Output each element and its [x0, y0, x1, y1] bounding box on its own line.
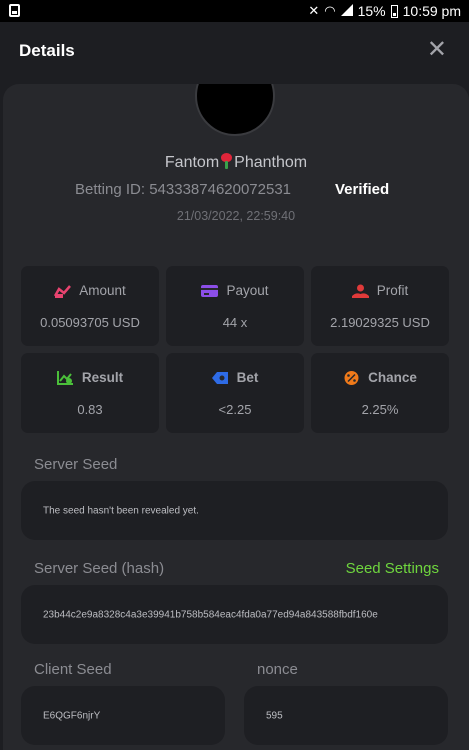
result-label: Result [81, 370, 124, 385]
amount-icon [54, 284, 72, 298]
notification-icon [9, 4, 20, 17]
payout-value: 44 x [222, 315, 248, 330]
profit-label: Profit [376, 283, 409, 298]
payout-icon [201, 284, 219, 297]
chance-label: Chance [368, 370, 417, 385]
status-bar-right: ✕ ◠ 15% 10:59 pm [308, 2, 461, 20]
nonce-field[interactable]: 595 [244, 686, 448, 745]
amount-label: Amount [79, 283, 126, 298]
bet-datetime: 21/03/2022, 22:59:40 [176, 209, 296, 223]
close-button[interactable]: ✕ [427, 38, 447, 62]
server-seed-value: The seed hasn't been revealed yet. [43, 505, 199, 516]
server-seed-hash-label: Server Seed (hash) [34, 560, 165, 577]
chance-value: 2.25% [361, 402, 399, 417]
chance-icon [344, 370, 359, 385]
profit-card: Profit 2.19029325 USD [311, 266, 449, 346]
avatar [195, 84, 275, 136]
bet-card: Bet <2.25 [166, 353, 304, 433]
username-part1: Fantom [164, 154, 220, 171]
client-seed-field[interactable]: E6QGF6njrY [21, 686, 225, 745]
profit-icon [351, 284, 369, 298]
result-card: Result 0.83 [21, 353, 159, 433]
wifi-icon: ◠ [324, 3, 336, 18]
bet-value: <2.25 [218, 402, 252, 417]
mute-icon: ✕ [308, 3, 320, 18]
seed-settings-link[interactable]: Seed Settings [346, 560, 439, 577]
username-part2: Phanthom [234, 154, 308, 171]
page-title: Details [19, 41, 75, 60]
details-panel: Fantom Phanthom Betting ID: 5433387462007… [3, 84, 469, 750]
nonce-label: nonce [257, 661, 298, 678]
signal-icon [340, 4, 353, 17]
server-seed-hash-value: 23b44c2e9a8328c4a3e39941b758b584eac4fda0… [43, 609, 378, 620]
rose-icon [220, 153, 233, 169]
chance-card: Chance 2.25% [311, 353, 449, 433]
verified-badge: Verified [335, 181, 390, 198]
bet-label: Bet [236, 370, 259, 385]
server-seed-hash-field[interactable]: 23b44c2e9a8328c4a3e39941b758b584eac4fda0… [21, 585, 448, 644]
battery-icon [390, 4, 398, 18]
amount-value: 0.05093705 USD [40, 315, 140, 330]
amount-card: Amount 0.05093705 USD [21, 266, 159, 346]
server-seed-label: Server Seed [34, 456, 118, 473]
bet-icon [211, 371, 228, 384]
nonce-value: 595 [266, 710, 283, 721]
header: Details ✕ [0, 22, 469, 84]
payout-card: Payout 44 x [166, 266, 304, 346]
username: Fantom Phanthom [3, 153, 469, 172]
client-seed-label: Client Seed [34, 661, 112, 678]
betting-id: Betting ID: 54333874620072531 [75, 181, 292, 198]
clock: 10:59 pm [402, 3, 461, 19]
server-seed-field: The seed hasn't been revealed yet. [21, 481, 448, 540]
profit-value: 2.19029325 USD [330, 315, 430, 330]
payout-label: Payout [226, 283, 269, 298]
result-value: 0.83 [77, 402, 103, 417]
battery-percent: 15% [357, 3, 386, 19]
status-bar: ✕ ◠ 15% 10:59 pm [0, 0, 469, 22]
result-icon [56, 370, 73, 385]
client-seed-value: E6QGF6njrY [43, 710, 101, 721]
